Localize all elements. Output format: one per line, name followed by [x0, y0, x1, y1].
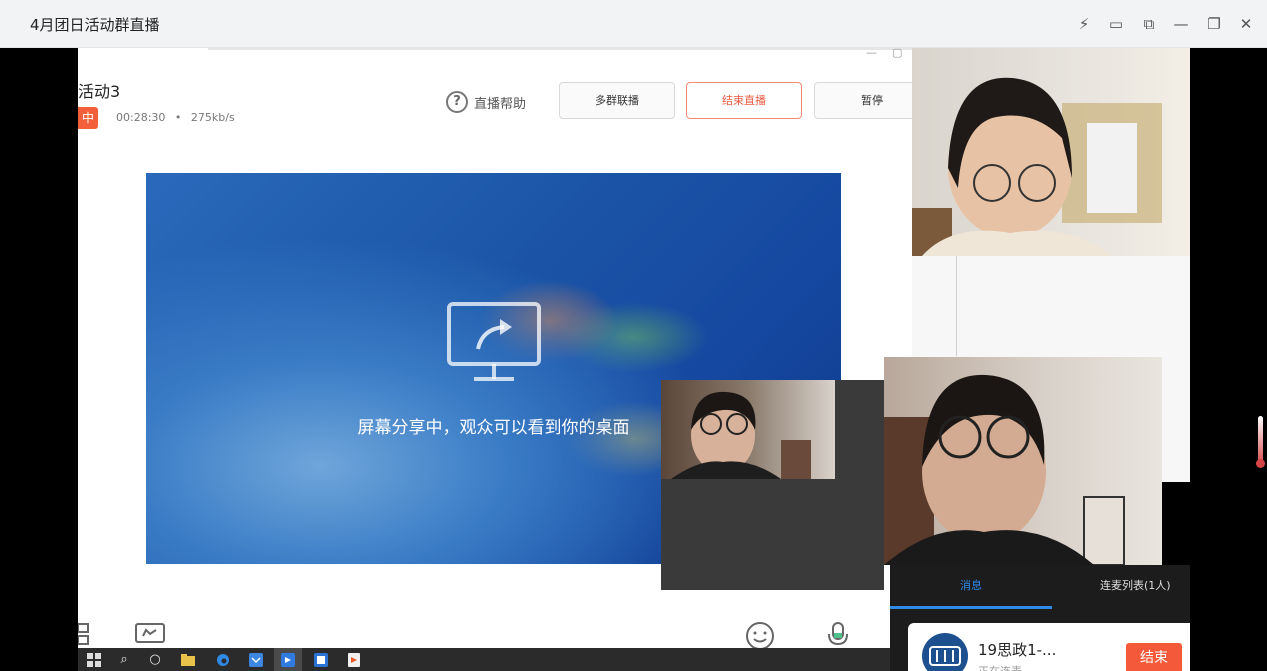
avatar-image	[929, 646, 961, 666]
windows-start-icon[interactable]	[80, 648, 108, 671]
app-glyph-active	[281, 653, 295, 667]
emoji-icon-svg	[746, 622, 774, 648]
video-feed-guest	[884, 374, 1125, 565]
minimize-icon[interactable]: —	[866, 48, 877, 58]
maximize-icon[interactable]: ▢	[892, 48, 902, 58]
layout-icon[interactable]	[78, 620, 92, 648]
participant-status: 正在连麦	[978, 663, 1022, 671]
app-icon-3[interactable]	[340, 648, 368, 671]
taskbar: ⌕ ○	[78, 648, 890, 671]
minimize-button[interactable]: —	[1170, 13, 1192, 35]
app-icon-1[interactable]	[242, 648, 270, 671]
windows-logo	[87, 653, 101, 667]
mic-list-item: 19思政1-... 正在连麦 结束	[908, 623, 1190, 671]
emoji-icon[interactable]	[742, 620, 778, 648]
end-live-button[interactable]: 结束直播	[686, 82, 802, 119]
multi-group-button[interactable]: 多群联播	[559, 82, 675, 119]
live-status-badge: 中	[78, 107, 98, 129]
live-help-link[interactable]: ? 直播帮助	[446, 90, 526, 114]
help-label: 直播帮助	[474, 96, 527, 112]
end-mic-button[interactable]: 结束	[1126, 643, 1182, 671]
app-glyph-1	[249, 653, 263, 667]
active-tab-indicator	[890, 606, 1052, 609]
edge-glyph	[217, 654, 229, 666]
flash-icon[interactable]: ⚡	[1073, 13, 1095, 35]
avatar	[922, 633, 968, 671]
stats-separator: •	[174, 111, 182, 124]
divider	[208, 48, 912, 50]
participant-name: 19思政1-...	[978, 641, 1057, 659]
screen-share-icon	[447, 302, 541, 381]
edge-browser-icon[interactable]	[209, 648, 237, 671]
video-feed	[912, 77, 1162, 256]
scroll-handle[interactable]	[1256, 459, 1265, 468]
app-glyph-3	[348, 653, 360, 667]
video-tile-host[interactable]	[912, 48, 1190, 256]
help-icon: ?	[446, 91, 468, 113]
layout-icon-svg	[78, 623, 89, 645]
video-tile-guest-small[interactable]	[661, 380, 884, 590]
restore-button[interactable]: ❐	[1203, 13, 1225, 35]
microphone-icon-svg	[828, 622, 848, 646]
live-stats: 00:28:30 • 275kb/s	[116, 111, 235, 124]
screen-share-toggle-svg	[135, 623, 165, 643]
screen-icon[interactable]: ▭	[1105, 13, 1127, 35]
pause-button[interactable]: 暂停	[814, 82, 912, 119]
task-view-icon[interactable]: ○	[141, 648, 169, 671]
screen: 4月团日活动群直播 ⚡ ▭ ⧉ — ❐ ✕ — ▢ 活动3 中 00:28:30…	[0, 0, 1267, 671]
video-feed-small-svg	[671, 391, 811, 479]
side-panel: 消息 连麦列表(1人) 19思政1-... 正在连麦 结束	[890, 565, 1190, 671]
app-icon-2[interactable]	[307, 648, 335, 671]
app-icon-active[interactable]	[274, 648, 302, 671]
window-titlebar: 4月团日活动群直播 ⚡ ▭ ⧉ — ❐ ✕	[0, 0, 1267, 48]
live-duration: 00:28:30	[116, 111, 166, 124]
copy-icon[interactable]: ⧉	[1138, 13, 1160, 35]
tab-mic-list[interactable]: 连麦列表(1人)	[1100, 577, 1171, 593]
screen-share-toggle-icon[interactable]	[134, 620, 166, 648]
close-button[interactable]: ✕	[1235, 13, 1257, 35]
folder-glyph	[181, 654, 195, 666]
divider	[956, 256, 957, 356]
microphone-icon[interactable]	[824, 620, 852, 648]
live-title: 活动3	[78, 82, 121, 101]
side-strip	[1190, 48, 1267, 648]
live-bitrate: 275kb/s	[190, 111, 235, 124]
tab-messages[interactable]: 消息	[960, 577, 982, 593]
file-explorer-icon[interactable]	[174, 648, 202, 671]
window-title: 4月团日活动群直播	[30, 16, 160, 34]
video-tile-guest[interactable]	[884, 357, 1162, 565]
search-icon[interactable]: ⌕	[110, 648, 138, 671]
app-glyph-2	[314, 653, 328, 667]
video-feed-small	[661, 380, 835, 479]
